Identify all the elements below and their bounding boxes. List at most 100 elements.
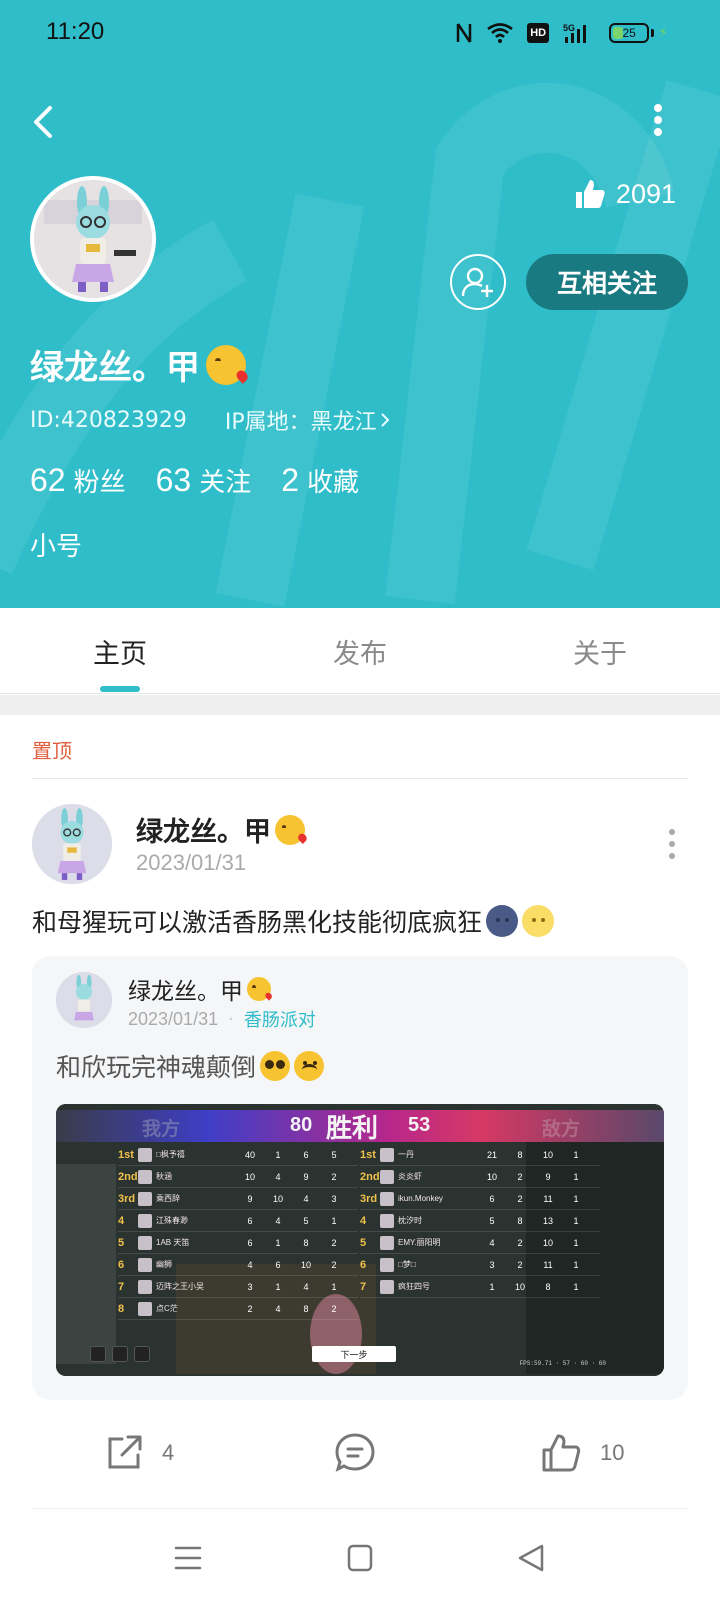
share-count: 4	[162, 1440, 175, 1465]
chevron-left-icon	[34, 106, 52, 138]
thumbs-up-outline-icon	[542, 1434, 581, 1472]
comment-icon	[335, 1433, 375, 1472]
player-avatar	[380, 1147, 394, 1162]
player-stat: 11	[543, 1193, 553, 1204]
stat-following[interactable]: 63 关注	[156, 462, 252, 499]
player-stat: 10	[300, 1259, 311, 1270]
player-stat: 10	[514, 1281, 525, 1292]
shared-post-text: 和欣玩完神魂颠倒	[56, 1048, 325, 1084]
player-rank: 7	[360, 1280, 367, 1293]
system-back-button[interactable]	[512, 1540, 552, 1576]
topic-link[interactable]: 香肠派对	[244, 1006, 316, 1032]
back-button[interactable]	[28, 100, 60, 144]
player-rank: 8	[118, 1302, 125, 1315]
mutual-follow-button[interactable]: 互相关注	[526, 254, 688, 310]
thumb-icon	[134, 1346, 150, 1362]
player-stat: 6	[303, 1149, 309, 1160]
shared-post-card[interactable]: 绿龙丝。甲 2023/01/31 · 香肠派对 和欣玩完神魂颠倒 我方 80 胜…	[32, 956, 688, 1400]
charging-icon: ⚡	[658, 25, 668, 41]
player-stat: 6	[489, 1193, 495, 1204]
player-avatar	[138, 1147, 152, 1162]
share-icon	[108, 1435, 142, 1469]
stat-favorites[interactable]: 2 收藏	[281, 462, 359, 499]
post-author-name-text: 绿龙丝。甲	[136, 817, 271, 848]
player-stat: 10	[542, 1149, 553, 1160]
tab-active-indicator	[100, 686, 140, 692]
share-button[interactable]: 4	[104, 1418, 174, 1488]
add-friend-button[interactable]	[450, 254, 506, 310]
player-stat: 3	[331, 1193, 337, 1204]
our-team-score: 80	[290, 1114, 313, 1136]
player-name: 江殊春渺	[156, 1216, 188, 1225]
thumbs-up-icon	[575, 180, 605, 208]
player-avatar	[138, 1191, 152, 1206]
square-icon	[347, 1544, 373, 1572]
kiss-emoji-icon	[275, 814, 305, 845]
tab-about[interactable]: 关于	[480, 608, 720, 694]
player-stat: 6	[247, 1237, 253, 1248]
player-name: □梦□	[398, 1260, 416, 1269]
game-fps-readout: FPS:59.71 · 57 · 60 · 60	[519, 1360, 606, 1367]
player-stat: 2	[517, 1259, 523, 1270]
player-stat: 9	[303, 1171, 309, 1182]
avatar-image	[34, 180, 152, 298]
triangle-back-icon	[518, 1544, 544, 1572]
post-author-avatar[interactable]	[32, 804, 112, 884]
post-author-name[interactable]: 绿龙丝。甲	[136, 810, 305, 849]
player-stat: 5	[489, 1215, 495, 1226]
post-more-button[interactable]	[662, 826, 682, 862]
player-name: 炎炎虾	[398, 1172, 422, 1181]
player-stat: 5	[331, 1149, 337, 1160]
frowning-face-emoji-icon	[294, 1051, 325, 1081]
player-rank: 1st	[360, 1148, 376, 1161]
player-stat: 8	[303, 1303, 309, 1314]
player-rank: 6	[118, 1258, 125, 1271]
profile-name: 绿龙丝。甲	[30, 340, 246, 389]
comment-button[interactable]	[334, 1418, 376, 1488]
scoreboard-row: 8 点C茫 2 4 8 2	[118, 1298, 358, 1320]
kiss-emoji-icon	[247, 977, 271, 1001]
profile-avatar[interactable]	[30, 176, 156, 302]
player-avatar	[138, 1301, 152, 1316]
player-stat: 2	[517, 1237, 523, 1248]
shared-post-meta: 2023/01/31 · 香肠派对	[128, 1006, 316, 1032]
ip-location-link[interactable]: IP属地：黑龙江	[225, 404, 393, 436]
stat-favorites-count: 2	[281, 462, 300, 498]
home-button[interactable]	[340, 1540, 380, 1576]
game-result-image[interactable]: 我方 80 胜利 53 敌方 1st □枫予禧 40 1 6 5 2nd 秋涵 10 4 9 2 3rd…	[56, 1104, 664, 1376]
game-next-button: 下一步	[312, 1346, 396, 1362]
player-stat: 8	[517, 1215, 523, 1226]
stat-favorites-label: 收藏	[307, 468, 360, 498]
player-stat: 6	[247, 1215, 253, 1226]
player-stat: 8	[545, 1281, 551, 1292]
recent-apps-button[interactable]	[168, 1540, 208, 1576]
shared-author-avatar[interactable]	[56, 972, 112, 1028]
player-avatar	[380, 1235, 394, 1250]
stat-fans[interactable]: 62 粉丝	[30, 462, 126, 499]
post-text[interactable]: 和母猩玩可以激活香肠黑化技能彻底疯狂	[32, 903, 555, 939]
save-icon	[112, 1346, 128, 1362]
stat-fans-label: 粉丝	[73, 468, 126, 498]
enemy-team-scoreboard: 1st 一丹 21 8 10 1 2nd 炎炎虾 10 2 9 1 3rd ikun.Monkey 6 2 11…	[360, 1144, 600, 1298]
more-options-button[interactable]	[646, 100, 670, 140]
battery-icon: 25	[609, 23, 650, 43]
game-action-icons	[90, 1346, 150, 1362]
player-stat: 11	[543, 1259, 553, 1270]
player-stat: 3	[489, 1259, 495, 1270]
player-stat: 3	[247, 1281, 253, 1292]
shared-post-text-content: 和欣玩完神魂颠倒	[56, 1053, 257, 1082]
player-stat: 4	[303, 1281, 309, 1292]
player-rank: 3rd	[360, 1192, 378, 1205]
tab-posts[interactable]: 发布	[240, 608, 480, 694]
player-stat: 5	[303, 1215, 309, 1226]
shared-author-name[interactable]: 绿龙丝。甲	[128, 972, 271, 1006]
scoreboard-row: 3rd 乘西辞 9 10 4 3	[118, 1188, 358, 1210]
player-stat: 10	[542, 1237, 553, 1248]
player-stat: 6	[275, 1259, 281, 1270]
player-stat: 4	[275, 1215, 281, 1226]
like-button[interactable]: 10	[540, 1418, 624, 1488]
match-result-text: 胜利	[326, 1114, 379, 1144]
signal-icon: 5G	[563, 22, 595, 44]
likes-count: 2091	[615, 178, 676, 209]
tab-home[interactable]: 主页	[0, 608, 240, 694]
